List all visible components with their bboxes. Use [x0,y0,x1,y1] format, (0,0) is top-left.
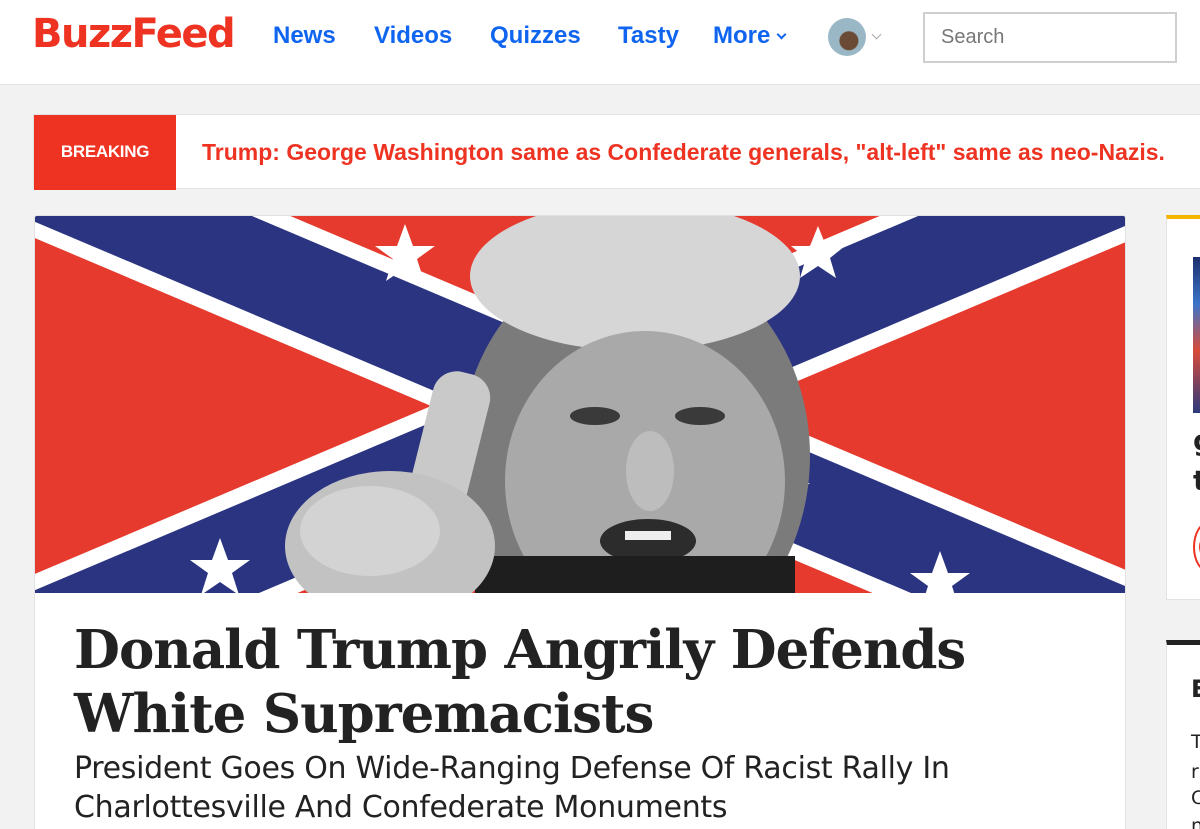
search-input[interactable] [923,12,1177,63]
rail-text-fragment: T [1191,731,1200,753]
nav-more[interactable]: More [713,22,787,50]
breaking-news-link[interactable]: Trump: George Washington same as Confede… [202,139,1165,166]
rail-thumbnail[interactable] [1193,257,1200,413]
hero-image[interactable] [35,216,1126,593]
nav-videos[interactable]: Videos [374,22,452,50]
site-header: BuzzFeed News Videos Quizzes Tasty More [0,0,1200,85]
rail-text-fragment: n [1191,815,1200,829]
breaking-news-bar[interactable]: BREAKING Trump: George Washington same a… [33,114,1200,190]
rail-text-fragment: C [1191,787,1200,809]
chevron-down-icon[interactable] [871,29,882,40]
rail-text-fragment: r [1191,761,1199,783]
nav-tasty[interactable]: Tasty [618,22,679,50]
article-headline[interactable]: Donald Trump Angrily Defends White Supre… [74,618,1074,746]
rail-card[interactable]: E T r C n [1166,640,1200,829]
rail-text-fragment: t [1193,464,1200,497]
buzzfeed-logo[interactable]: BuzzFeed [32,11,236,57]
nav-more-label: More [713,22,771,49]
nav-quizzes[interactable]: Quizzes [490,22,581,50]
breaking-badge: BREAKING [34,115,176,190]
user-avatar[interactable] [828,18,866,56]
rail-card[interactable]: g t [1166,215,1200,600]
rail-heading-fragment: E [1191,675,1200,703]
rail-reaction-icon[interactable] [1193,522,1200,572]
nav-news[interactable]: News [273,22,336,50]
chevron-down-icon [776,29,787,40]
rail-text-fragment: g [1193,424,1200,457]
article-dek: President Goes On Wide-Ranging Defense O… [74,751,950,825]
featured-article-card[interactable]: Donald Trump Angrily Defends White Supre… [34,215,1126,829]
